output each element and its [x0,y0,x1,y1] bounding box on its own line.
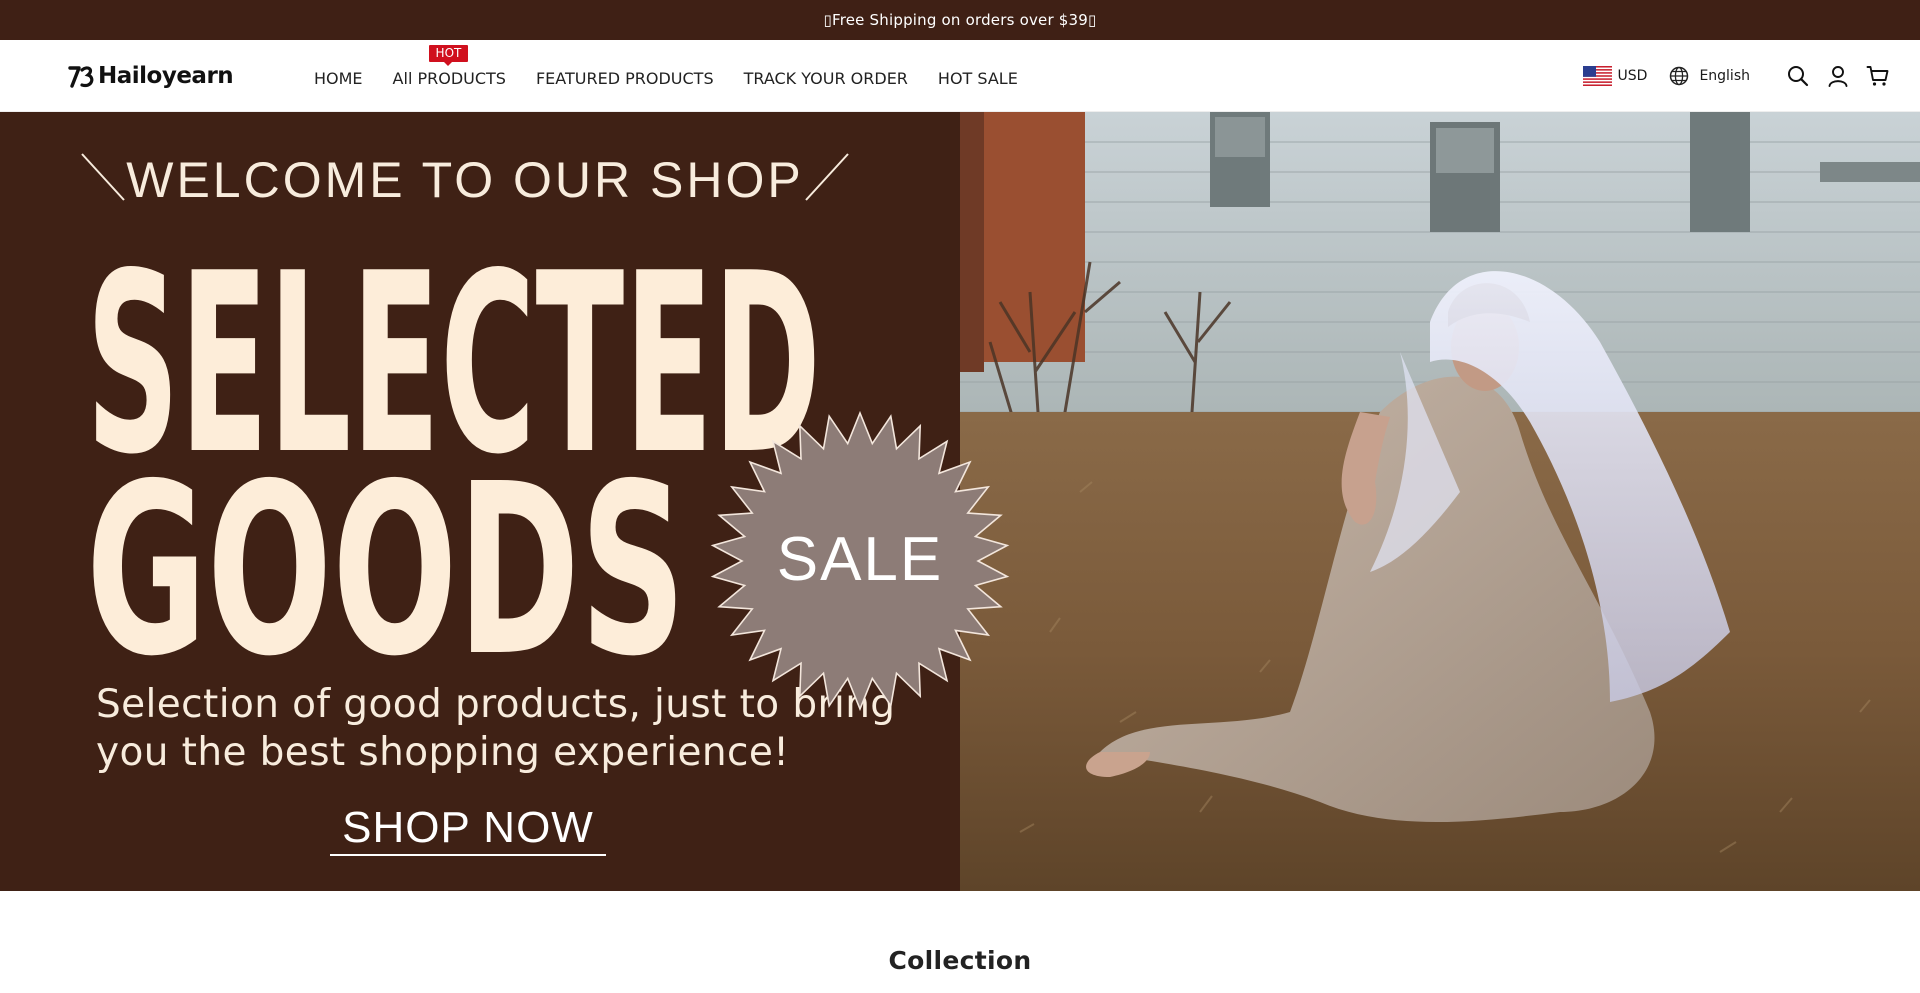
nav-hot-sale[interactable]: HOT SALE [938,69,1018,88]
hero-banner[interactable]: WELCOME TO OUR SHOP SELECTED GOODS Selec… [0,112,1920,891]
headline-line-2: GOODS [86,433,686,672]
site-header: Hailoyearn HOME HOT All PRODUCTS FEATURE… [0,40,1920,112]
welcome-text: WELCOME TO OUR SHOP [126,152,804,208]
header-actions: USD English [1582,40,1890,112]
search-icon[interactable] [1786,64,1810,88]
main-nav: HOME HOT All PRODUCTS FEATURED PRODUCTS … [314,40,1048,112]
left-slash-decoration [81,153,125,201]
nav-home[interactable]: HOME [314,69,363,88]
account-icon[interactable] [1826,64,1850,88]
sale-badge-text: SALE [777,525,944,594]
collection-heading: Collection [888,946,1032,975]
nav-home-label: HOME [314,68,363,88]
nav-featured-products-label: FEATURED PRODUCTS [535,68,714,88]
hero-photo-illustration [960,112,1920,891]
hot-badge: HOT [428,44,469,66]
shop-now-button[interactable]: SHOP NOW [330,802,606,856]
nav-hot-sale-label: HOT SALE [937,68,1018,88]
nav-track-order[interactable]: TRACK YOUR ORDER [744,69,908,88]
sale-badge: SALE [710,410,1010,712]
logo-text: Hailoyearn [98,63,234,89]
cart-icon[interactable] [1866,64,1890,88]
currency-selector[interactable]: USD [1582,66,1648,86]
announcement-text: ▯Free Shipping on orders over $39▯ [823,11,1097,29]
currency-label: USD [1617,68,1648,84]
hero-subtitle-line-2: you the best shopping experience! [96,730,790,775]
nav-track-order-label: TRACK YOUR ORDER [743,68,908,88]
right-slash-decoration [805,153,849,201]
language-selector[interactable]: English [1669,66,1750,86]
logo-mark-icon [68,66,94,88]
hero-photo [960,112,1920,891]
site-logo[interactable]: Hailoyearn [66,62,234,90]
globe-icon [1670,66,1689,86]
nav-featured-products[interactable]: FEATURED PRODUCTS [536,69,714,88]
announcement-bar: ▯Free Shipping on orders over $39▯ [0,0,1920,40]
welcome-heading: WELCOME TO OUR SHOP [80,152,850,208]
us-flag-icon [1582,66,1612,86]
language-label: English [1699,68,1750,84]
nav-all-products-label: All PRODUCTS [392,68,506,88]
nav-all-products[interactable]: HOT All PRODUCTS [392,44,506,88]
